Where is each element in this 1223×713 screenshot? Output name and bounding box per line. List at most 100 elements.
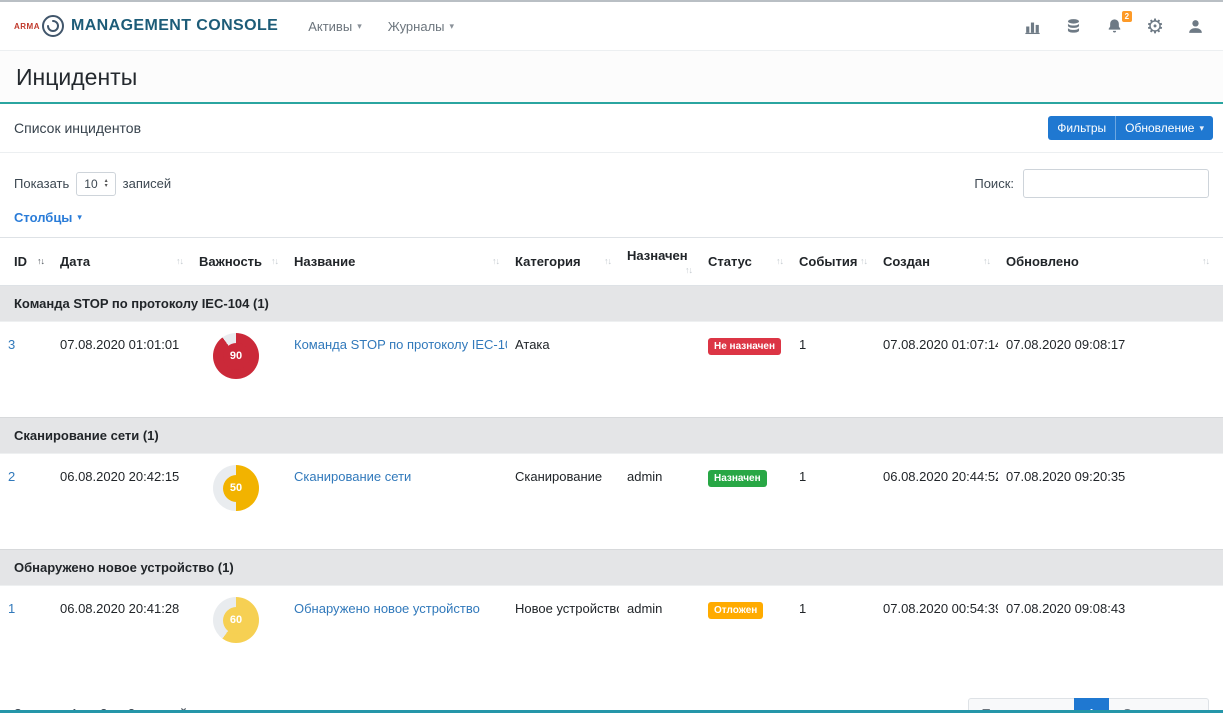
pagination-prev-button[interactable]: Предыдущая (968, 698, 1076, 713)
refresh-button-label: Обновление (1125, 121, 1194, 135)
settings-gear-icon[interactable]: ⚙ (1146, 16, 1164, 36)
search-control: Поиск: (974, 169, 1209, 198)
search-label: Поиск: (974, 176, 1014, 191)
table-header: ID↑↓ Дата↑↓ Важность↑↓ Название↑↓ Катего… (0, 238, 1223, 286)
cell-category: Атака (507, 322, 619, 418)
cell-severity: 60 (191, 586, 286, 682)
cell-assignee (619, 322, 700, 418)
incident-id-link[interactable]: 3 (8, 337, 15, 352)
column-header-name[interactable]: Название↑↓ (286, 238, 507, 286)
cell-date: 06.08.2020 20:41:28 (52, 586, 191, 682)
menu-assets[interactable]: Активы ▾ (308, 19, 362, 34)
cell-status: Назначен (700, 454, 791, 550)
records-info: Записи с 1 до 3 из 3 записей (14, 706, 187, 713)
chevron-down-icon: ▾ (1199, 123, 1204, 134)
severity-value: 60 (223, 607, 250, 634)
cell-name: Команда STOP по протоколу IEC-104 (286, 322, 507, 418)
incident-id-link[interactable]: 2 (8, 469, 15, 484)
pagination: Предыдущая 1 Следующая (969, 698, 1209, 713)
cell-events: 1 (791, 322, 875, 418)
menu-logs-label: Журналы (388, 19, 445, 34)
cell-created: 07.08.2020 00:54:39 (875, 586, 998, 682)
column-header-status[interactable]: Статус↑↓ (700, 238, 791, 286)
table-controls: Показать 10 ▴▾ записей Поиск: (0, 153, 1223, 204)
page-size-control: Показать 10 ▴▾ записей (14, 172, 171, 196)
page-size-select[interactable]: 10 ▴▾ (76, 172, 115, 196)
cell-name: Обнаружено новое устройство (286, 586, 507, 682)
cell-events: 1 (791, 454, 875, 550)
gear-glyph: ⚙ (1146, 16, 1164, 36)
column-header-id[interactable]: ID↑↓ (0, 238, 52, 286)
column-header-category[interactable]: Категория↑↓ (507, 238, 619, 286)
incident-row: 1 06.08.2020 20:41:28 60 Обнаружено ново… (0, 586, 1223, 682)
incident-name-link[interactable]: Команда STOP по протоколу IEC-104 (294, 337, 507, 352)
cell-date: 07.08.2020 01:01:01 (52, 322, 191, 418)
cell-assignee: admin (619, 454, 700, 550)
cell-category: Сканирование (507, 454, 619, 550)
panel-title: Список инцидентов (14, 120, 141, 136)
chevron-down-icon: ▾ (77, 212, 82, 223)
entries-label: записей (123, 176, 171, 191)
status-badge: Не назначен (708, 338, 781, 355)
sort-icon: ↑↓ (176, 256, 183, 266)
brand-logo[interactable]: ARMA MANAGEMENT CONSOLE (14, 14, 278, 38)
filters-button[interactable]: Фильтры (1048, 116, 1116, 140)
cell-created: 06.08.2020 20:44:52 (875, 454, 998, 550)
incident-name-link[interactable]: Сканирование сети (294, 469, 411, 484)
column-header-updated[interactable]: Обновлено↑↓ (998, 238, 1223, 286)
arma-logo-text: ARMA (14, 22, 40, 31)
pagination-page-1[interactable]: 1 (1074, 698, 1109, 713)
cell-category: Новое устройство (507, 586, 619, 682)
page-title-bar: Инциденты (0, 50, 1223, 104)
cell-updated: 07.08.2020 09:08:43 (998, 586, 1223, 682)
filters-button-label: Фильтры (1057, 121, 1106, 135)
cell-date: 06.08.2020 20:42:15 (52, 454, 191, 550)
incident-name-link[interactable]: Обнаружено новое устройство (294, 601, 480, 616)
column-header-date[interactable]: Дата↑↓ (52, 238, 191, 286)
panel-header: Список инцидентов Фильтры Обновление ▾ (0, 104, 1223, 153)
group-header-row: Обнаружено новое устройство (1) (0, 550, 1223, 586)
pagination-next-button[interactable]: Следующая (1108, 698, 1209, 713)
cell-name: Сканирование сети (286, 454, 507, 550)
sort-icon: ↑↓ (983, 256, 990, 266)
search-input[interactable] (1023, 169, 1209, 198)
menu-assets-label: Активы (308, 19, 352, 34)
sort-icon: ↑↓ (860, 256, 867, 266)
user-profile-icon[interactable] (1186, 17, 1205, 36)
cell-severity: 90 (191, 322, 286, 418)
cell-id: 2 (0, 454, 52, 550)
columns-dropdown-button[interactable]: Столбцы ▾ (14, 210, 82, 225)
group-label: Команда STOP по протоколу IEC-104 (1) (0, 286, 1223, 322)
notifications-bell-icon[interactable]: 2 (1105, 17, 1124, 36)
status-badge: Назначен (708, 470, 767, 487)
chart-icon[interactable] (1023, 17, 1042, 36)
incidents-table: ID↑↓ Дата↑↓ Важность↑↓ Название↑↓ Катего… (0, 237, 1223, 682)
severity-donut: 60 (213, 597, 259, 643)
column-header-events[interactable]: События↑↓ (791, 238, 875, 286)
columns-control-row: Столбцы ▾ (0, 204, 1223, 237)
management-console-page: ARMA MANAGEMENT CONSOLE Активы ▾ Журналы… (0, 0, 1223, 713)
refresh-dropdown-button[interactable]: Обновление ▾ (1116, 116, 1213, 140)
sort-icon: ↑↓ (776, 256, 783, 266)
columns-button-label: Столбцы (14, 210, 72, 225)
notifications-badge: 2 (1122, 11, 1132, 23)
column-header-severity[interactable]: Важность↑↓ (191, 238, 286, 286)
show-label: Показать (14, 176, 69, 191)
status-badge: Отложен (708, 602, 763, 619)
column-header-created[interactable]: Создан↑↓ (875, 238, 998, 286)
column-header-assignee[interactable]: Назначен↑↓ (619, 238, 700, 286)
severity-donut: 50 (213, 465, 259, 511)
cell-assignee: admin (619, 586, 700, 682)
incident-id-link[interactable]: 1 (8, 601, 15, 616)
severity-value: 50 (223, 475, 250, 502)
severity-donut: 90 (213, 333, 259, 379)
cell-id: 1 (0, 586, 52, 682)
chevron-down-icon: ▾ (450, 21, 455, 32)
cell-status: Отложен (700, 586, 791, 682)
sort-icon: ↑↓ (1202, 256, 1209, 266)
group-label: Обнаружено новое устройство (1) (0, 550, 1223, 586)
menu-logs[interactable]: Журналы ▾ (388, 19, 454, 34)
cell-updated: 07.08.2020 09:08:17 (998, 322, 1223, 418)
database-icon[interactable] (1064, 17, 1083, 36)
select-arrows-icon: ▴▾ (105, 179, 108, 189)
